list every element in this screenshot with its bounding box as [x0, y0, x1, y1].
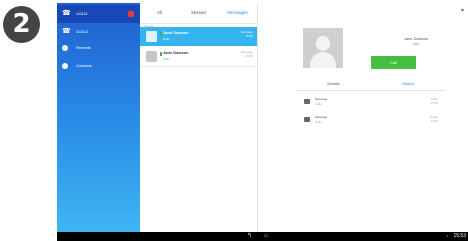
envelope-icon [304, 117, 310, 122]
contact-status: Hello [412, 42, 420, 46]
message-row[interactable]: Jane Dawson Hello Message 15:50 [140, 47, 257, 67]
history-title: Message [315, 97, 328, 101]
overflow-menu-icon[interactable]: ▾ [461, 7, 464, 14]
history-preview: Hello [315, 120, 322, 124]
tab-missed[interactable]: Missed [179, 3, 218, 23]
tab-details[interactable]: Details [296, 78, 371, 90]
sidebar-item-recents[interactable]: Recents [57, 40, 140, 56]
contact-avatar [303, 28, 343, 68]
message-meta: Message 15:50 [241, 30, 253, 38]
person-icon [62, 63, 68, 69]
step-number-badge: 2 [3, 6, 40, 43]
system-bar-left: ........ [61, 234, 68, 238]
envelope-icon [146, 31, 157, 42]
account-label: 111111 [76, 11, 88, 16]
call-button[interactable]: Call [371, 56, 416, 69]
tab-messages[interactable]: Messages [218, 3, 257, 23]
message-preview: Hello [163, 37, 170, 41]
phone-icon: ☎ [62, 10, 71, 17]
notification-badge [128, 11, 134, 17]
history-title: Message [315, 115, 328, 119]
envelope-icon [146, 51, 157, 62]
status-indicator [160, 32, 162, 36]
history-meta: Today 15:50 [430, 97, 438, 105]
history-time: 15:50 [430, 101, 438, 105]
message-preview: Hello [163, 57, 170, 61]
back-icon[interactable]: ↰ [247, 232, 252, 241]
message-sender: Jane Dawson [163, 50, 189, 55]
account-label: 111112 [76, 29, 89, 34]
phone-icon: ☎ [62, 28, 71, 35]
system-navigation-bar: ........ ↰ ⌂ 2 15:53 [57, 232, 468, 241]
status-indicator [160, 52, 162, 56]
tab-history[interactable]: History [371, 78, 446, 90]
clock-icon [62, 45, 68, 51]
system-clock: 15:53 [453, 233, 466, 239]
message-sender: Jane Dawson [163, 30, 189, 35]
detail-tabs: Details History [296, 78, 446, 91]
message-time: 15:50 [245, 54, 253, 58]
tab-all[interactable]: All [140, 3, 179, 23]
sidebar-item-contacts[interactable]: Contacts [57, 58, 140, 74]
message-row[interactable]: Jane Dawson Hello Message 15:50 [140, 27, 257, 46]
avatar-head [316, 36, 330, 51]
message-list-panel: All Missed Messages Jane D... Jane Dawso… [140, 3, 258, 232]
history-time: 15:50 [430, 119, 438, 123]
contact-detail-panel: ▾ Jane Dawson Hello Call Details History… [258, 3, 468, 232]
home-icon[interactable]: ⌂ [264, 232, 268, 241]
sidebar-item-label: Contacts [76, 63, 92, 68]
sidebar-item-label: Recents [76, 45, 91, 50]
status-icons: 2 [446, 234, 448, 238]
history-row[interactable]: Message Hello Today 15:50 [296, 113, 446, 127]
message-meta: Message 15:50 [241, 50, 253, 58]
filter-tabs: All Missed Messages [140, 3, 257, 24]
contact-name: Jane Dawson [403, 36, 429, 41]
history-meta: Today 15:50 [430, 115, 438, 123]
envelope-icon [304, 99, 310, 104]
avatar-body [310, 52, 336, 68]
tablet-screen: ☎ 111111 ☎ 111112 Recents Contacts All M… [57, 3, 468, 241]
account-item-1[interactable]: ☎ 111111 [57, 5, 140, 23]
account-item-2[interactable]: ☎ 111112 [57, 23, 140, 41]
history-row[interactable]: Message Hello Today 15:50 [296, 95, 446, 109]
message-time: 15:50 [245, 34, 253, 38]
history-preview: Hello [315, 102, 322, 106]
sidebar: ☎ 111111 ☎ 111112 Recents Contacts [57, 3, 140, 232]
